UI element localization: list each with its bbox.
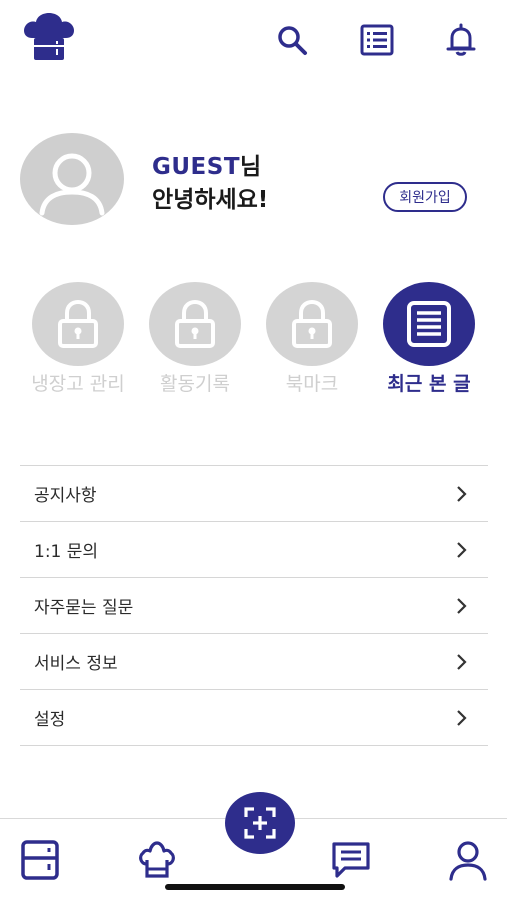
search-icon[interactable]: [274, 22, 310, 58]
quick-action-recent[interactable]: 최근 본 글: [374, 282, 484, 397]
quick-action-label: 냉장고 관리: [31, 373, 125, 395]
user-name: GUEST: [152, 154, 241, 180]
chevron-right-icon: [457, 709, 467, 726]
profile-icon[interactable]: [446, 838, 490, 882]
lock-icon: [175, 299, 215, 348]
name-suffix: 님: [240, 154, 262, 180]
quick-action-label: 최근 본 글: [387, 373, 471, 395]
top-bar: [0, 0, 507, 90]
menu-list: 공지사항 1:1 문의 자주묻는 질문 서비스 정보 설정: [20, 465, 488, 746]
menu-item-notice[interactable]: 공지사항: [20, 466, 488, 522]
fridge-icon[interactable]: [18, 838, 62, 882]
chevron-right-icon: [457, 653, 467, 670]
greeting-text: 안녕하세요!: [152, 187, 269, 213]
menu-item-label: 설정: [34, 710, 66, 730]
quick-action-label: 활동기록: [160, 373, 230, 395]
home-indicator: [165, 884, 345, 890]
lock-icon: [58, 299, 98, 348]
chef-hat-fridge-logo[interactable]: [22, 12, 76, 62]
menu-item-label: 1:1 문의: [34, 542, 99, 562]
bell-icon[interactable]: [443, 22, 479, 58]
quick-action-fridge[interactable]: 냉장고 관리: [23, 282, 133, 397]
list-icon[interactable]: [359, 22, 395, 58]
chat-icon[interactable]: [329, 838, 373, 882]
menu-item-inquiry[interactable]: 1:1 문의: [20, 522, 488, 578]
menu-item-label: 서비스 정보: [34, 654, 118, 674]
menu-item-settings[interactable]: 설정: [20, 690, 488, 746]
menu-item-label: 자주묻는 질문: [34, 598, 134, 618]
chevron-right-icon: [457, 541, 467, 558]
menu-item-service-info[interactable]: 서비스 정보: [20, 634, 488, 690]
quick-action-label: 북마크: [285, 373, 339, 395]
avatar: [20, 133, 124, 225]
lock-icon: [292, 299, 332, 348]
signup-button[interactable]: 회원가입: [383, 182, 467, 212]
quick-action-circle: [32, 282, 124, 366]
chef-hat-icon[interactable]: [135, 838, 179, 882]
quick-action-activity[interactable]: 활동기록: [140, 282, 250, 397]
document-icon: [407, 301, 451, 347]
menu-item-faq[interactable]: 자주묻는 질문: [20, 578, 488, 634]
greeting-name: GUEST님: [152, 147, 261, 181]
menu-item-label: 공지사항: [34, 486, 97, 506]
chevron-right-icon: [457, 485, 467, 502]
quick-action-bookmark[interactable]: 북마크: [257, 282, 367, 397]
scan-add-icon: [244, 807, 276, 839]
quick-action-circle: [266, 282, 358, 366]
chevron-right-icon: [457, 597, 467, 614]
scan-add-button[interactable]: [225, 792, 295, 854]
quick-action-circle: [383, 282, 475, 366]
quick-action-circle: [149, 282, 241, 366]
